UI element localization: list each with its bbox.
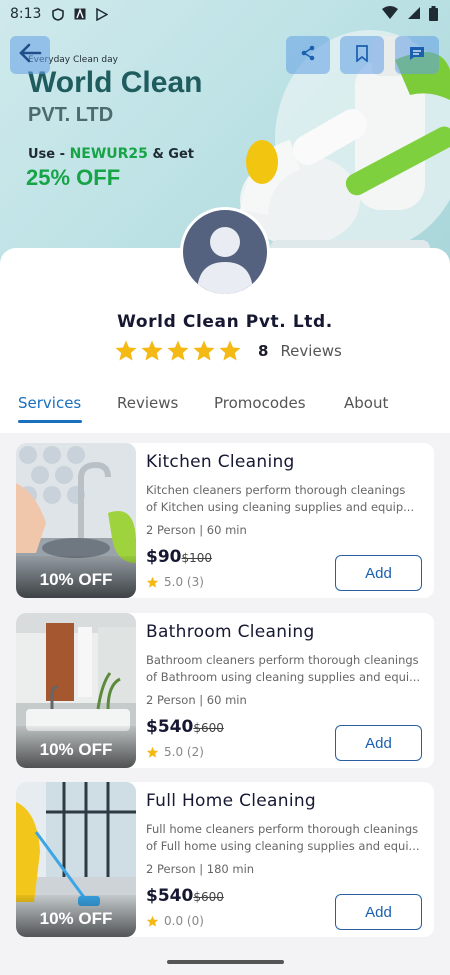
home-indicator[interactable] (167, 960, 284, 964)
service-meta: 2 Person | 60 min (146, 523, 247, 537)
chat-button[interactable] (395, 36, 439, 74)
banner-title: World Clean (28, 66, 203, 99)
service-description-line: Bathroom cleaners perform thorough clean… (146, 653, 419, 667)
star-icon (219, 340, 241, 361)
service-card-full-home[interactable]: 10% OFF Full Home Cleaning Full home cle… (16, 782, 434, 937)
service-rating: 5.0 (3) (146, 575, 204, 589)
star-icon (146, 576, 159, 588)
add-button[interactable]: Add (335, 555, 422, 591)
rating-value: 0.0 (0) (164, 914, 204, 928)
service-description-line: of Kitchen using cleaning supplies and e… (146, 500, 415, 514)
review-count: 8 (258, 342, 269, 360)
service-title: Full Home Cleaning (146, 791, 317, 811)
service-description: Full home cleaners perform thorough clea… (146, 821, 434, 855)
tab-reviews[interactable]: Reviews (117, 394, 178, 412)
service-description-line: Kitchen cleaners perform thorough cleani… (146, 483, 406, 497)
back-arrow-icon (18, 43, 42, 67)
reviews-label[interactable]: Reviews (280, 342, 341, 360)
promo-code: NEWUR25 (69, 146, 148, 162)
current-price: $540 (146, 717, 194, 737)
star-icon (146, 915, 159, 927)
service-card-bathroom[interactable]: 10% OFF Bathroom Cleaning Bathroom clean… (16, 613, 434, 768)
current-price: $540 (146, 886, 194, 906)
status-time: 8:13 (10, 6, 42, 22)
share-icon (300, 45, 316, 65)
play-store-icon (95, 7, 109, 21)
old-price: $600 (193, 721, 224, 735)
discount-badge: 10% OFF (16, 556, 136, 598)
service-description-line: Full home cleaners perform thorough clea… (146, 822, 419, 836)
service-description: Kitchen cleaners perform thorough cleani… (146, 482, 434, 516)
service-price: $540$600 (146, 886, 224, 906)
rating-value: 5.0 (3) (164, 575, 204, 589)
star-icon (141, 340, 163, 361)
chat-icon (409, 46, 425, 65)
tab-services[interactable]: Services (18, 394, 81, 412)
back-button[interactable] (10, 36, 50, 74)
service-title: Kitchen Cleaning (146, 452, 295, 472)
share-button[interactable] (286, 36, 330, 74)
service-meta: 2 Person | 60 min (146, 693, 247, 707)
app-a-icon (73, 7, 87, 21)
tab-bar: Services Reviews Promocodes About (0, 386, 450, 430)
discount-badge: 10% OFF (16, 895, 136, 937)
bookmark-button[interactable] (340, 36, 384, 74)
add-button[interactable]: Add (335, 725, 422, 761)
promo-suffix: & Get (147, 147, 195, 162)
tab-promocodes[interactable]: Promocodes (214, 394, 306, 412)
add-button[interactable]: Add (335, 894, 422, 930)
shield-icon (51, 7, 65, 21)
current-price: $90 (146, 547, 182, 567)
service-meta: 2 Person | 180 min (146, 862, 255, 876)
bookmark-icon (355, 44, 369, 66)
service-price: $90$100 (146, 547, 212, 567)
person-icon (197, 227, 253, 294)
service-description-line: of Full home using cleaning supplies and… (146, 839, 420, 853)
company-name: World Clean Pvt. Ltd. (117, 312, 333, 332)
service-rating: 5.0 (2) (146, 745, 204, 759)
discount-badge: 10% OFF (16, 726, 136, 768)
star-icon (146, 746, 159, 758)
star-icon (115, 340, 137, 361)
star-icon (193, 340, 215, 361)
banner-promo: Use - NEWUR25 & Get (28, 146, 194, 162)
rating-value: 5.0 (2) (164, 745, 204, 759)
promo-prefix: Use - (28, 147, 70, 162)
wifi-icon (381, 6, 399, 25)
company-rating: 8 Reviews (114, 339, 342, 363)
service-image-kitchen: 10% OFF (16, 443, 136, 598)
old-price: $100 (181, 551, 213, 565)
avatar (180, 207, 270, 297)
service-image-bathroom: 10% OFF (16, 613, 136, 768)
battery-icon (429, 6, 438, 25)
service-description-line: of Bathroom using cleaning supplies and … (146, 670, 421, 684)
old-price: $600 (193, 890, 224, 904)
star-icon (167, 340, 189, 361)
service-description: Bathroom cleaners perform thorough clean… (146, 652, 434, 686)
tab-about[interactable]: About (344, 394, 388, 412)
service-rating: 0.0 (0) (146, 914, 204, 928)
banner-subtitle: PVT. LTD (28, 104, 114, 126)
banner-offer: 25% OFF (26, 165, 121, 190)
signal-icon (407, 6, 421, 25)
status-bar: 8:13 (0, 0, 450, 28)
service-price: $540$600 (146, 717, 224, 737)
active-tab-indicator (18, 420, 82, 423)
service-title: Bathroom Cleaning (146, 622, 315, 642)
service-image-full-home: 10% OFF (16, 782, 136, 937)
service-card-kitchen[interactable]: 10% OFF Kitchen Cleaning Kitchen cleaner… (16, 443, 434, 598)
